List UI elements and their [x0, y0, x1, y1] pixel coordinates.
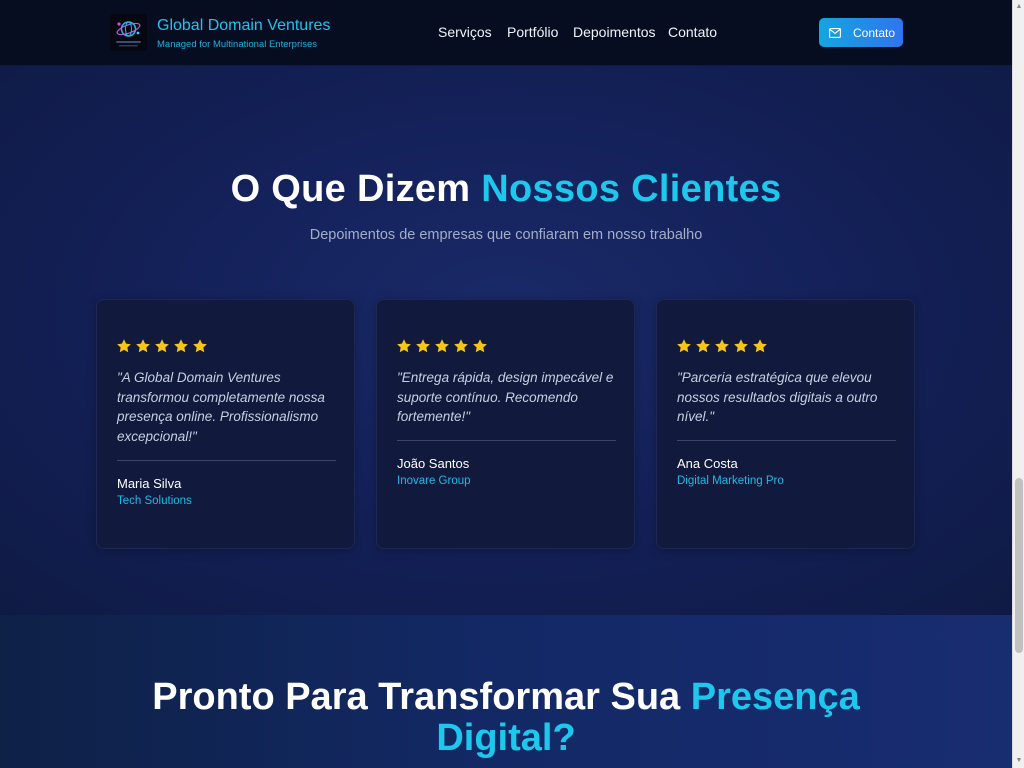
- cta-title: Pronto Para Transformar Sua Presença Dig…: [0, 677, 1012, 759]
- contact-button[interactable]: Contato: [819, 18, 903, 47]
- testimonial-author: Maria Silva: [117, 476, 182, 491]
- star-rating: [396, 338, 488, 354]
- star-icon: [193, 339, 207, 353]
- star-icon: [677, 339, 691, 353]
- scroll-down-arrow-icon[interactable]: ▼: [1015, 757, 1023, 765]
- star-icon: [753, 339, 767, 353]
- testimonial-quote: "A Global Domain Ventures transformou co…: [117, 370, 325, 444]
- star-icon: [696, 339, 710, 353]
- star-icon: [174, 339, 188, 353]
- card-divider: [397, 440, 616, 441]
- section-subtitle: Depoimentos de empresas que confiaram em…: [309, 227, 703, 243]
- page-scrollbar[interactable]: ▲ ▼: [1012, 0, 1024, 768]
- star-icon: [136, 339, 150, 353]
- cta-title-accent: Presença: [690, 676, 860, 718]
- globe-logo-icon: [116, 21, 141, 47]
- card-divider: [117, 460, 336, 461]
- star-icon: [155, 339, 169, 353]
- testimonial-card: "A Global Domain Ventures transformou co…: [96, 299, 355, 549]
- testimonial-company: Tech Solutions: [117, 495, 192, 507]
- site-header: Global Domain Ventures Managed for Multi…: [0, 0, 1012, 66]
- star-icon: [454, 339, 468, 353]
- star-icon: [397, 339, 411, 353]
- card-divider: [677, 440, 896, 441]
- cta-section: Pronto Para Transformar Sua Presença Dig…: [0, 615, 1012, 768]
- testimonial-company: Digital Marketing Pro: [677, 475, 784, 487]
- nav-link-depoimentos[interactable]: Depoimentos: [573, 24, 656, 40]
- testimonial-quote: "Entrega rápida, design impecável e supo…: [397, 370, 614, 424]
- star-icon: [473, 339, 487, 353]
- nav-link-servicos[interactable]: Serviços: [438, 24, 492, 40]
- star-rating: [676, 338, 768, 354]
- testimonial-company: Inovare Group: [397, 475, 471, 487]
- logo[interactable]: [110, 14, 147, 51]
- section-title: O Que Dizem Nossos Clientes: [0, 168, 1012, 211]
- testimonial-quote: "Parceria estratégica que elevou nossos …: [677, 370, 878, 424]
- mail-icon: [829, 27, 841, 38]
- section-title-accent: Nossos Clientes: [481, 168, 782, 210]
- nav-link-portfolio[interactable]: Portfólio: [507, 24, 558, 40]
- cta-title-plain: Pronto Para Transformar Sua: [152, 676, 691, 718]
- star-icon: [117, 339, 131, 353]
- nav-link-contato[interactable]: Contato: [668, 24, 717, 40]
- testimonials-section: O Que Dizem Nossos Clientes Depoimentos …: [0, 66, 1012, 615]
- cta-title-accent-2: Digital?: [436, 717, 576, 759]
- section-title-plain: O Que Dizem: [230, 168, 482, 210]
- testimonial-card: "Entrega rápida, design impecável e supo…: [376, 299, 635, 549]
- scroll-thumb[interactable]: [1015, 478, 1023, 653]
- star-icon: [435, 339, 449, 353]
- star-icon: [416, 339, 430, 353]
- star-icon: [734, 339, 748, 353]
- brand-tagline: Managed for Multinational Enterprises: [157, 39, 318, 50]
- contact-button-label: Contato: [853, 25, 896, 40]
- testimonial-author: João Santos: [397, 456, 470, 471]
- scroll-up-arrow-icon[interactable]: ▲: [1015, 3, 1023, 11]
- brand-name[interactable]: Global Domain Ventures: [157, 17, 330, 35]
- testimonial-author: Ana Costa: [677, 456, 738, 471]
- star-rating: [116, 338, 208, 354]
- star-icon: [715, 339, 729, 353]
- testimonial-card: "Parceria estratégica que elevou nossos …: [656, 299, 915, 549]
